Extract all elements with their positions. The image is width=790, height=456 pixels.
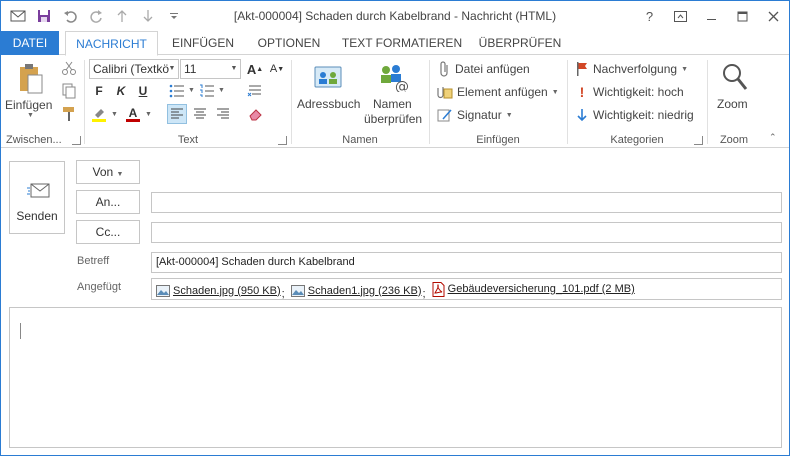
format-painter-icon[interactable] xyxy=(61,106,77,125)
attach-item-icon xyxy=(437,87,453,99)
tags-dialog-launcher[interactable] xyxy=(694,136,703,145)
to-field[interactable] xyxy=(151,192,782,213)
check-names-icon: @ xyxy=(381,65,409,92)
tab-ueberpruefen[interactable]: ÜBERPRÜFEN xyxy=(475,31,565,55)
tab-nachricht[interactable]: NACHRICHT xyxy=(65,31,158,56)
image-file-icon xyxy=(156,285,170,297)
align-left-icon[interactable] xyxy=(167,104,187,124)
cut-icon[interactable] xyxy=(61,60,77,79)
paste-icon xyxy=(20,64,43,94)
addressbook-button[interactable]: Adressbuch xyxy=(295,60,361,122)
title-bar: [Akt-000004] Schaden durch Kabelbrand - … xyxy=(1,1,789,31)
send-button[interactable]: Senden xyxy=(9,161,65,234)
paste-button[interactable]: Einfügen ▼ xyxy=(5,60,55,122)
align-center-icon[interactable] xyxy=(190,104,210,124)
minimize-icon[interactable] xyxy=(696,1,727,31)
group-text: Calibri (Textkö ▼ 11 ▼ A▲ A▼ F K U ▼ ▼ xyxy=(87,56,289,148)
signature-icon xyxy=(437,109,452,122)
align-right-icon[interactable] xyxy=(213,104,233,124)
attachment-item[interactable]: Gebäudeversicherung_101.pdf (2 MB) xyxy=(432,280,635,299)
subject-label: Betreff xyxy=(77,255,110,267)
cc-button[interactable]: Cc... xyxy=(76,220,140,244)
clipboard-dialog-launcher[interactable] xyxy=(72,136,81,145)
text-dialog-launcher[interactable] xyxy=(278,136,287,145)
bullet-list-icon[interactable] xyxy=(167,81,187,101)
font-color-icon[interactable]: A xyxy=(123,104,143,124)
tab-optionen[interactable]: OPTIONEN xyxy=(249,31,329,55)
font-name-combo[interactable]: Calibri (Textkö ▼ xyxy=(89,59,179,79)
group-clipboard: Einfügen ▼ Zwischen... xyxy=(1,56,83,148)
clear-format-icon[interactable] xyxy=(245,81,265,101)
importance-low-button[interactable]: Wichtigkeit: niedrig xyxy=(575,105,694,125)
importance-high-button[interactable]: ! Wichtigkeit: hoch xyxy=(575,82,684,102)
eraser-icon[interactable] xyxy=(245,104,265,124)
ribbon-tabs: DATEI NACHRICHT EINFÜGEN OPTIONEN TEXT F… xyxy=(1,31,789,56)
ribbon-display-options-icon[interactable] xyxy=(665,1,696,31)
group-label-names: Namen xyxy=(342,134,378,146)
copy-icon[interactable] xyxy=(61,83,77,102)
help-button[interactable]: ? xyxy=(634,1,665,31)
grow-font-button[interactable]: A ▲ xyxy=(245,59,265,79)
group-label-text: Text xyxy=(177,134,199,146)
tab-datei[interactable]: DATEI xyxy=(1,31,59,55)
ribbon: Einfügen ▼ Zwischen... Calibri (Textkö ▼ xyxy=(1,56,789,148)
magnifier-icon xyxy=(723,64,748,90)
svg-text:@: @ xyxy=(395,79,409,92)
attachment-item[interactable]: Schaden1.jpg (236 KB) xyxy=(290,282,422,300)
outlook-message-window: [Akt-000004] Schaden durch Kabelbrand - … xyxy=(0,0,790,456)
window-controls: ? xyxy=(634,1,789,31)
maximize-icon[interactable] xyxy=(727,1,758,31)
image-file-icon xyxy=(290,285,305,297)
arrow-down-blue-icon xyxy=(577,109,587,122)
text-cursor xyxy=(20,323,21,339)
underline-button[interactable]: U xyxy=(133,81,153,101)
group-tags: Nachverfolgung ▼ ! Wichtigkeit: hoch Wic… xyxy=(569,56,705,148)
group-label-zoom: Zoom xyxy=(719,134,749,146)
followup-button[interactable]: Nachverfolgung ▼ xyxy=(575,59,688,79)
chevron-down-icon: ▼ xyxy=(230,65,238,72)
bold-button[interactable]: F xyxy=(89,81,109,101)
subject-field[interactable]: [Akt-000004] Schaden durch Kabelbrand xyxy=(151,252,782,273)
flag-icon xyxy=(577,62,587,76)
attach-item-button[interactable]: Element anfügen ▼ xyxy=(437,82,559,102)
from-button[interactable]: Von ▼ xyxy=(76,160,140,184)
to-button[interactable]: An... xyxy=(76,190,140,214)
highlight-color-icon[interactable] xyxy=(89,104,109,124)
pdf-file-icon xyxy=(432,282,445,297)
paperclip-icon xyxy=(440,61,448,77)
addressbook-icon xyxy=(314,66,342,88)
exclamation-icon: ! xyxy=(579,84,585,100)
tab-text-formatieren[interactable]: TEXT FORMATIEREN xyxy=(337,31,467,55)
chevron-down-icon: ▼ xyxy=(168,65,176,72)
tab-einfuegen[interactable]: EINFÜGEN xyxy=(163,31,243,55)
attachments-field: Schaden.jpg (950 KB) ; Schaden1.jpg (236… xyxy=(151,278,782,300)
group-names: Adressbuch @ Namen überprüfen Namen xyxy=(293,56,427,148)
italic-button[interactable]: K xyxy=(111,81,131,101)
group-insert: Datei anfügen Element anfügen ▼ Signatur… xyxy=(431,56,565,148)
shrink-font-button[interactable]: A ▼ xyxy=(267,59,287,79)
group-label-insert: Einfügen xyxy=(476,134,520,146)
font-size-combo[interactable]: 11 ▼ xyxy=(180,59,241,79)
attach-file-button[interactable]: Datei anfügen xyxy=(439,59,530,79)
close-icon[interactable] xyxy=(758,1,789,31)
message-body[interactable] xyxy=(9,307,782,448)
zoom-button[interactable]: Zoom xyxy=(713,60,757,116)
send-mail-icon xyxy=(27,183,50,198)
attached-label: Angefügt xyxy=(77,281,122,293)
collapse-ribbon-icon[interactable]: ⌃ xyxy=(769,132,777,143)
attachment-item[interactable]: Schaden.jpg (950 KB) xyxy=(156,282,281,300)
check-names-button[interactable]: @ Namen überprüfen xyxy=(363,60,425,126)
group-zoom: Zoom Zoom xyxy=(709,56,759,148)
cc-field[interactable] xyxy=(151,222,782,243)
numbered-list-icon[interactable] xyxy=(197,81,217,101)
signature-button[interactable]: Signatur ▼ xyxy=(437,105,513,125)
group-label-tags: Kategorien xyxy=(610,134,664,146)
